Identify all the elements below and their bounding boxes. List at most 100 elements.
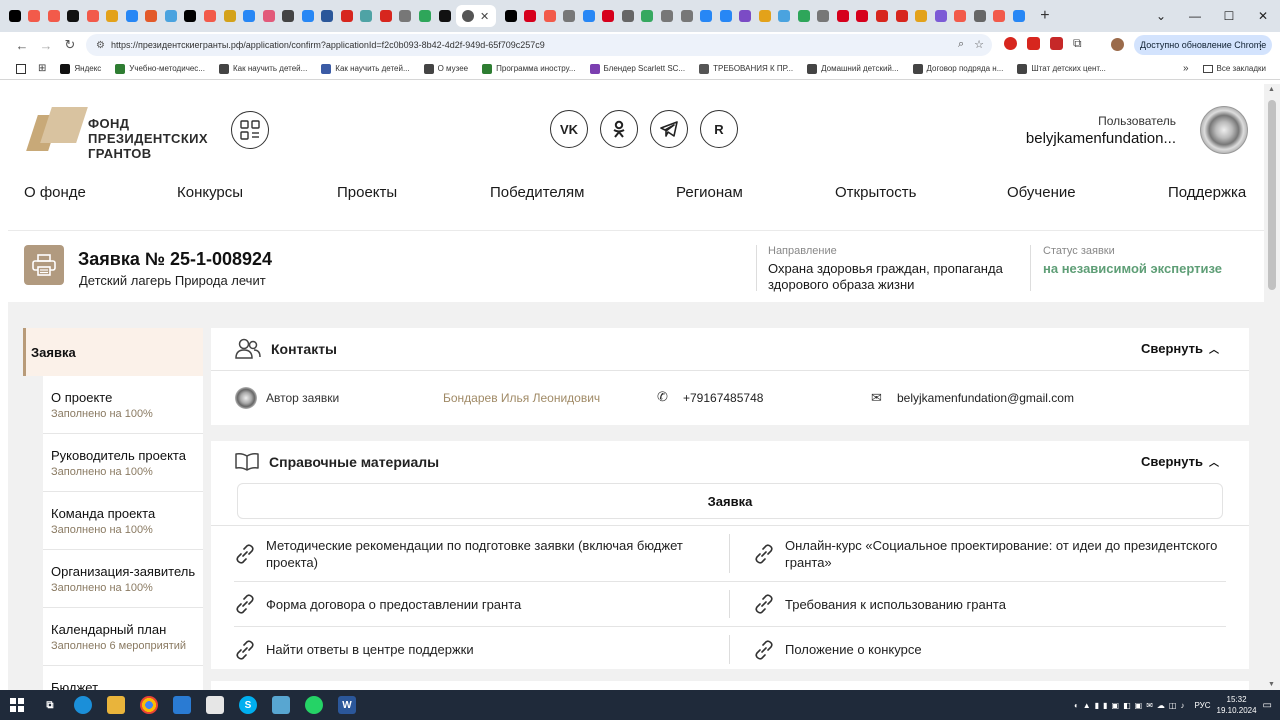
browser-tab[interactable] [952,5,969,27]
browser-tab[interactable] [123,5,140,27]
browser-tab[interactable] [717,5,734,27]
browser-tab[interactable] [182,5,199,27]
browser-tab[interactable] [659,5,676,27]
author-name[interactable]: Бондарев Илья Леонидович [443,391,600,405]
mail-icon[interactable] [173,696,191,714]
browser-tab[interactable] [932,5,949,27]
sidebar-item-about-project[interactable]: О проекте Заполнено на 100% [43,376,203,434]
more-bookmarks-icon[interactable]: » [1183,63,1189,74]
edge-icon[interactable] [74,696,92,714]
browser-tab[interactable] [776,5,793,27]
new-tab-button[interactable]: + [1036,7,1054,25]
user-avatar[interactable] [1200,106,1248,154]
bookmark-item[interactable]: Штат детских цент... [1017,63,1106,74]
browser-tab[interactable] [619,5,636,27]
scroll-up-icon[interactable]: ▲ [1268,86,1275,93]
minimize-button[interactable]: — [1178,0,1212,32]
browser-tab[interactable] [522,5,539,27]
bookmark-item[interactable]: Учебно-методичес... [115,63,205,74]
browser-tab[interactable] [795,5,812,27]
language-indicator[interactable]: РУС [1194,701,1210,710]
windows-start-icon[interactable] [8,696,26,714]
browser-tab[interactable] [241,5,258,27]
bookmark-star-icon[interactable]: ☆ [974,38,984,51]
browser-tab[interactable] [874,5,891,27]
browser-tab[interactable] [338,5,355,27]
sidebar-item-project-team[interactable]: Команда проекта Заполнено на 100% [43,492,203,550]
sidebar-item-application[interactable]: Заявка [23,328,203,376]
browser-tab[interactable] [502,5,519,27]
browser-tab[interactable] [1010,5,1027,27]
browser-tab[interactable] [737,5,754,27]
sidebar-item-organization[interactable]: Организация-заявитель Заполнено на 100% [43,550,203,608]
nav-item-projects[interactable]: Проекты [337,184,397,201]
reload-button[interactable]: ↻ [58,37,82,53]
active-tab[interactable]: ✕ [455,5,496,27]
sidebar-item-calendar-plan[interactable]: Календарный план Заполнено 6 мероприятий [43,608,203,666]
back-button[interactable]: ← [10,38,34,53]
author-email[interactable]: belyjkamenfundation@gmail.com [897,391,1074,405]
nav-item-regions[interactable]: Регионам [676,184,743,201]
browser-tab[interactable] [815,5,832,27]
reference-link[interactable]: Методические рекомендации по подготовке … [234,526,704,581]
notifications-icon[interactable]: ▭ [1263,700,1272,711]
bookmark-item[interactable]: Как научить детей... [321,63,410,74]
vk-social-icon[interactable]: VK [550,110,588,148]
reference-link[interactable]: Форма договора о предоставлении гранта [234,582,704,626]
browser-tab[interactable] [834,5,851,27]
browser-tab[interactable] [319,5,336,27]
browser-tab[interactable] [377,5,394,27]
nav-item-support[interactable]: Поддержка [1168,184,1246,201]
services-menu-button[interactable] [231,111,269,149]
browser-tab[interactable] [201,5,218,27]
adblock-extension-icon[interactable] [1004,37,1017,50]
browser-tab[interactable] [397,5,414,27]
store-icon[interactable] [206,696,224,714]
collapse-references-button[interactable]: Свернуть ︿ [1141,454,1219,469]
nav-item-winners[interactable]: Победителям [490,184,584,201]
browser-tab[interactable] [639,5,656,27]
browser-tab[interactable] [104,5,121,27]
clock[interactable]: 15:32 19.10.2024 [1217,694,1257,716]
user-info[interactable]: Пользователь belyjkamenfundation... [1026,114,1176,147]
browser-tab[interactable] [84,5,101,27]
scrollbar-thumb[interactable] [1268,100,1276,290]
nav-item-openness[interactable]: Открытость [835,184,916,201]
browser-tab[interactable] [541,5,558,27]
all-bookmarks-link[interactable]: Все закладки [1217,64,1266,73]
zoom-icon[interactable]: ⌕ [958,38,964,51]
browser-tab[interactable] [26,5,43,27]
skype-icon[interactable]: S [239,696,257,714]
reference-link[interactable]: Онлайн-курс «Социальное проектирование: … [753,526,1233,581]
browser-tab[interactable] [756,5,773,27]
sidebar-toggle-icon[interactable] [16,63,26,74]
browser-tab[interactable] [416,5,433,27]
chrome-taskbar-icon[interactable] [140,696,158,714]
tray-icons[interactable]: ◐▲▮▮▣◧▣✉☁◫♪ [1074,701,1189,710]
menu-dots-icon[interactable]: ⋮ [1255,39,1266,52]
browser-tab[interactable] [854,5,871,27]
browser-tab[interactable] [698,5,715,27]
reference-link[interactable]: Найти ответы в центре поддержки [234,627,704,672]
browser-tab[interactable] [971,5,988,27]
browser-tab[interactable] [299,5,316,27]
notepad-icon[interactable] [272,696,290,714]
rutube-social-icon[interactable]: R [700,110,738,148]
browser-tab[interactable] [600,5,617,27]
pdf-extension-icon[interactable] [1027,37,1040,50]
extensions-puzzle-icon[interactable]: ⧉ [1073,36,1082,51]
browser-tab[interactable] [913,5,930,27]
page-scrollbar[interactable]: ▲ ▼ [1264,84,1280,690]
apps-grid-icon[interactable]: ⊞ [38,63,46,74]
tab-application[interactable]: Заявка [237,483,1223,519]
browser-tab[interactable] [991,5,1008,27]
whatsapp-icon[interactable] [305,696,323,714]
ok-social-icon[interactable] [600,110,638,148]
maximize-button[interactable]: ☐ [1212,0,1246,32]
browser-tab[interactable] [260,5,277,27]
browser-tab[interactable] [221,5,238,27]
url-omnibox[interactable]: ⚙ https://президентскиегранты.рф/applica… [86,34,992,56]
browser-tab[interactable] [561,5,578,27]
bookmark-item[interactable]: Домашний детский... [807,63,899,74]
user-name[interactable]: belyjkamenfundation... [1026,130,1176,147]
